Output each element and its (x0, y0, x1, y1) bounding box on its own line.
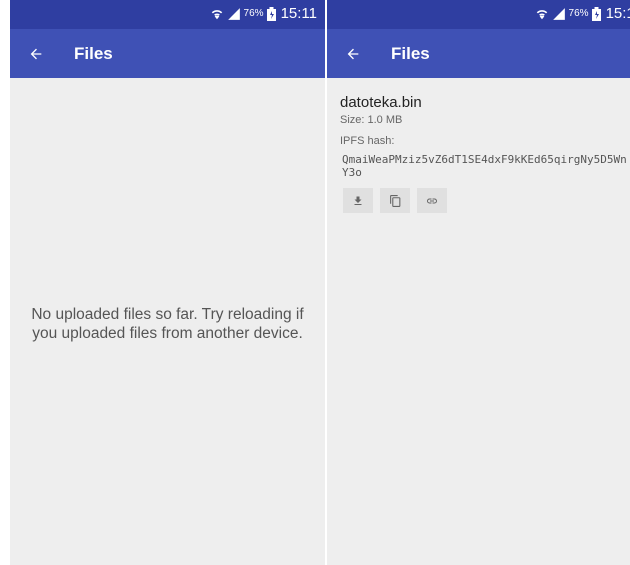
right-screen: 76% 15:11 Files datoteka.bin Size: 1.0 M… (327, 0, 630, 565)
battery-percent: 76% (243, 8, 264, 19)
battery-percent: 76% (568, 8, 589, 19)
empty-state-line-1: No uploaded files so far. Try reloading … (31, 306, 304, 323)
link-button[interactable] (417, 188, 447, 213)
copy-button[interactable] (380, 188, 410, 213)
empty-state-message: No uploaded files so far. Try reloading … (10, 305, 325, 343)
signal-icon (227, 7, 240, 20)
back-button[interactable] (26, 44, 46, 64)
battery-icon (591, 6, 601, 21)
link-icon (427, 198, 437, 203)
file-name: datoteka.bin (340, 94, 422, 111)
clock: 15:11 (605, 5, 630, 22)
clock: 15:11 (280, 5, 317, 22)
app-bar: Files (327, 29, 630, 78)
download-button[interactable] (343, 188, 373, 213)
signal-icon (552, 7, 565, 20)
back-button[interactable] (343, 44, 363, 64)
empty-state-line-2: you uploaded files from another device. (32, 325, 303, 342)
arrow-back-icon (30, 48, 42, 59)
arrow-back-icon (347, 48, 359, 59)
wifi-icon (211, 9, 222, 19)
file-actions (343, 188, 626, 213)
file-entry: datoteka.bin Size: 1.0 MB IPFS hash: Qma… (340, 94, 627, 213)
page-title: Files (391, 43, 430, 63)
download-icon (354, 196, 362, 205)
ipfs-hash-label: IPFS hash: (340, 135, 395, 147)
status-bar: 76% 15:11 (327, 0, 630, 29)
status-icons: 76% 15:11 (210, 5, 317, 22)
app-bar: Files (10, 29, 325, 78)
copy-icon (389, 194, 400, 207)
battery-icon (266, 6, 276, 21)
file-size: Size: 1.0 MB (340, 114, 403, 126)
status-bar: 76% 15:11 (10, 0, 325, 29)
page-title: Files (74, 43, 113, 63)
status-icons: 76% 15:11 (535, 5, 630, 22)
ipfs-hash-value: QmaiWeaPMziz5vZ6dT1SE4dxF9kKEd65qirgNy5D… (342, 153, 627, 179)
left-screen: 76% 15:11 Files No uploaded files so far… (10, 0, 325, 565)
wifi-icon (536, 9, 547, 19)
